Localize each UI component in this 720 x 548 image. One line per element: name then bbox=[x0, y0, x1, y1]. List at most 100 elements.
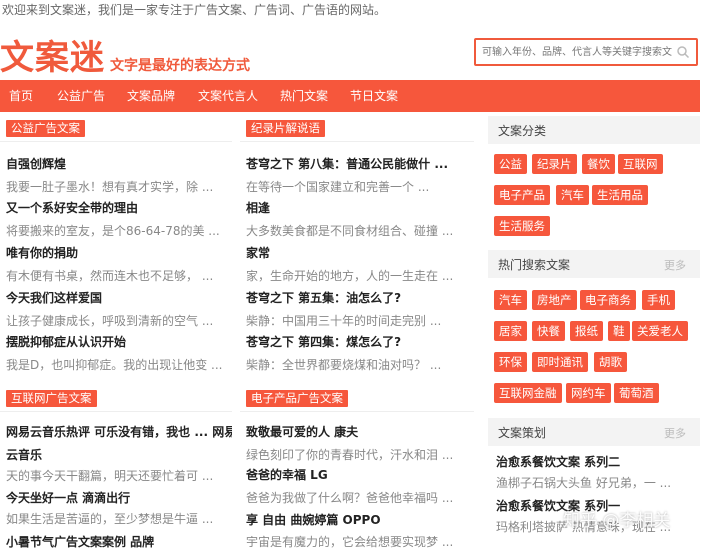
article-desc: 爸爸为我做了什么啊？爸爸他幸福吗 ... bbox=[246, 491, 454, 505]
nav-festival[interactable]: 节日文案 bbox=[350, 80, 398, 112]
tag-chip[interactable]: 餐饮 bbox=[582, 154, 615, 174]
article-title[interactable]: 苍穹之下 第五集：油怎么了? bbox=[246, 289, 472, 307]
list-item[interactable]: 相逢 大多数美食都是不同食材组合、碰撞 ... bbox=[246, 199, 472, 240]
article-title[interactable]: 云音乐 bbox=[6, 446, 232, 464]
list-item[interactable]: 苍穹之下 第八集：普通公民能做什 ... 在等待一个国家建立和完善一个 ... bbox=[246, 155, 472, 196]
list-item[interactable]: 爸爸的幸福 LG 爸爸为我做了什么啊？爸爸他幸福吗 ... bbox=[246, 466, 472, 507]
list-item[interactable]: 云音乐 天的事今天干翻篇，明天还要忙着可 ... bbox=[6, 446, 232, 485]
list-item[interactable]: 小暑节气广告文案案例 品牌 bbox=[6, 533, 232, 548]
tag-chip[interactable]: 生活服务 bbox=[494, 216, 550, 236]
article-title[interactable]: 致敬最可爱的人 康夫 bbox=[246, 423, 472, 441]
list-item[interactable]: 自强创辉煌 我要一肚子墨水！想有真才实学，除 ... bbox=[6, 155, 232, 196]
sidebar-planning-title: 文案策划 bbox=[498, 426, 547, 440]
section-title[interactable]: 公益广告文案 bbox=[6, 120, 85, 137]
list-item[interactable]: 摆脱抑郁症从认识开始 我是D，也叫抑郁症。我的出现让他变 ... bbox=[6, 333, 232, 374]
nav-hot[interactable]: 热门文案 bbox=[280, 80, 328, 112]
section-title[interactable]: 电子产品广告文案 bbox=[246, 390, 348, 407]
article-desc: 绿色刻印了你的青春时代，汗水和泪 ... bbox=[246, 448, 454, 462]
tag-chip[interactable]: 报纸 bbox=[570, 321, 603, 341]
article-title[interactable]: 又一个系好安全带的理由 bbox=[6, 199, 232, 217]
article-desc: 如果生活是苦逼的，至少梦想是牛逼 ... bbox=[6, 512, 214, 526]
more-link[interactable]: 更多 bbox=[664, 425, 686, 441]
sidebar-planning-header: 文案策划 更多 bbox=[488, 418, 700, 446]
list-item[interactable]: 又一个系好安全带的理由 将要搬来的室友，是个86-64-78的美 ... bbox=[6, 199, 232, 240]
list-item[interactable]: 今天我们这样爱国 让孩子健康成长，呼吸到清新的空气 ... bbox=[6, 289, 232, 330]
site-logo[interactable]: 文案迷 bbox=[0, 38, 105, 78]
article-title[interactable]: 家常 bbox=[246, 244, 472, 262]
tag-chip[interactable]: 关爱老人 bbox=[632, 321, 688, 341]
list-item[interactable]: 网易云音乐热评 可乐没有错，我也 ... 网易 bbox=[6, 423, 232, 441]
list-item[interactable]: 今天坐好一点 滴滴出行 如果生活是苦逼的，至少梦想是牛逼 ... bbox=[6, 489, 232, 528]
sidebar-hot-header: 热门搜索文案 更多 bbox=[488, 250, 700, 278]
nav-spokesperson[interactable]: 文案代言人 bbox=[198, 80, 258, 112]
more-link[interactable]: 更多 bbox=[664, 257, 686, 273]
section-public-ads: 公益广告文案 bbox=[0, 112, 232, 142]
tag-chip[interactable]: 纪录片 bbox=[532, 154, 577, 174]
tag-chip[interactable]: 即时通讯 bbox=[532, 352, 588, 372]
article-title[interactable]: 治愈系餐饮文案 系列二 bbox=[496, 453, 696, 471]
tag-chip[interactable]: 快餐 bbox=[532, 321, 565, 341]
tag-chip[interactable]: 鞋 bbox=[608, 321, 630, 341]
tag-chip[interactable]: 葡萄酒 bbox=[614, 383, 659, 403]
tag-chip[interactable]: 胡歌 bbox=[594, 352, 627, 372]
search-icon[interactable] bbox=[676, 45, 690, 59]
article-title[interactable]: 苍穹之下 第四集：煤怎么了? bbox=[246, 333, 472, 351]
section-title[interactable]: 纪录片解说语 bbox=[246, 120, 325, 137]
tag-chip[interactable]: 电子产品 bbox=[494, 185, 550, 205]
list-item[interactable]: 致敬最可爱的人 康夫 绿色刻印了你的青春时代，汗水和泪 ... bbox=[246, 423, 472, 464]
nav-public-ads[interactable]: 公益广告 bbox=[57, 80, 105, 112]
article-desc: 宇宙是有魔力的，它会给想要实现梦 ... bbox=[246, 535, 454, 548]
article-desc: 在等待一个国家建立和完善一个 ... bbox=[246, 180, 430, 194]
list-item[interactable]: 苍穹之下 第五集：油怎么了? 柴静：中国用三十年的时间走完别 ... bbox=[246, 289, 472, 330]
list-item[interactable]: 享 自由 曲婉婷篇 OPPO 宇宙是有魔力的，它会给想要实现梦 ... bbox=[246, 511, 472, 548]
article-desc: 有木便有书桌，然而连木也不足够， ... bbox=[6, 269, 214, 283]
sidebar-hot-title: 热门搜索文案 bbox=[498, 258, 571, 272]
article-title[interactable]: 苍穹之下 第八集：普通公民能做什 ... bbox=[246, 155, 472, 173]
section-header: 纪录片解说语 bbox=[240, 112, 474, 142]
article-title[interactable]: 摆脱抑郁症从认识开始 bbox=[6, 333, 232, 351]
article-title[interactable]: 爸爸的幸福 LG bbox=[246, 466, 472, 484]
section-header: 互联网广告文案 bbox=[0, 382, 232, 412]
article-desc: 我要一肚子墨水！想有真才实学，除 ... bbox=[6, 180, 214, 194]
tag-chip[interactable]: 互联网 bbox=[618, 154, 663, 174]
article-title[interactable]: 今天坐好一点 滴滴出行 bbox=[6, 489, 232, 507]
tag-chip[interactable]: 汽车 bbox=[556, 185, 589, 205]
sidebar-categories-title: 文案分类 bbox=[498, 124, 547, 138]
tag-chip[interactable]: 网约车 bbox=[566, 383, 611, 403]
nav-home[interactable]: 首页 bbox=[9, 80, 33, 112]
list-item[interactable]: 苍穹之下 第四集：煤怎么了? 柴静：全世界都要烧煤和油对吗？ ... bbox=[246, 333, 472, 374]
tag-chip[interactable]: 居家 bbox=[494, 321, 527, 341]
tag-chip[interactable]: 公益 bbox=[494, 154, 527, 174]
tag-chip[interactable]: 互联网金融 bbox=[494, 383, 562, 403]
article-title[interactable]: 今天我们这样爱国 bbox=[6, 289, 232, 307]
article-title[interactable]: 相逢 bbox=[246, 199, 472, 217]
search-box bbox=[474, 38, 698, 66]
article-desc: 让孩子健康成长，呼吸到清新的空气 ... bbox=[6, 314, 214, 328]
article-title[interactable]: 唯有你的捐助 bbox=[6, 244, 232, 262]
search-input[interactable] bbox=[476, 40, 672, 65]
tag-chip[interactable]: 电子商务 bbox=[580, 290, 636, 310]
tag-chip[interactable]: 汽车 bbox=[494, 290, 527, 310]
site-slogan: 文字是最好的表达方式 bbox=[110, 58, 250, 74]
section-header: 公益广告文案 bbox=[0, 112, 232, 142]
nav-brands[interactable]: 文案品牌 bbox=[127, 80, 175, 112]
article-title[interactable]: 小暑节气广告文案案例 品牌 bbox=[6, 533, 232, 548]
section-documentary: 纪录片解说语 bbox=[240, 112, 474, 142]
list-item[interactable]: 唯有你的捐助 有木便有书桌，然而连木也不足够， ... bbox=[6, 244, 232, 285]
article-desc: 柴静：全世界都要烧煤和油对吗？ ... bbox=[246, 358, 442, 372]
welcome-text: 欢迎来到文案迷，我们是一家专注于广告文案、广告词、广告语的网站。 bbox=[2, 3, 387, 17]
tag-chip[interactable]: 生活用品 bbox=[592, 185, 648, 205]
article-title[interactable]: 自强创辉煌 bbox=[6, 155, 232, 173]
article-title[interactable]: 网易云音乐热评 可乐没有错，我也 ... 网易 bbox=[6, 423, 232, 441]
section-title[interactable]: 互联网广告文案 bbox=[6, 390, 97, 407]
article-desc: 柴静：中国用三十年的时间走完别 ... bbox=[246, 314, 442, 328]
article-desc: 大多数美食都是不同食材组合、碰撞 ... bbox=[246, 224, 454, 238]
tag-chip[interactable]: 手机 bbox=[642, 290, 675, 310]
list-item[interactable]: 家常 家，生命开始的地方，人的一生走在 ... bbox=[246, 244, 472, 285]
tag-chip[interactable]: 房地产 bbox=[532, 290, 577, 310]
article-title[interactable]: 享 自由 曲婉婷篇 OPPO bbox=[246, 511, 472, 529]
sidebar-categories-header: 文案分类 bbox=[488, 116, 700, 144]
tag-chip[interactable]: 环保 bbox=[494, 352, 527, 372]
zhihu-watermark: 知乎 @李相关 bbox=[563, 511, 671, 531]
list-item[interactable]: 治愈系餐饮文案 系列二 渔梆子石锅大头鱼 好兄弟，一 ... bbox=[496, 453, 696, 492]
